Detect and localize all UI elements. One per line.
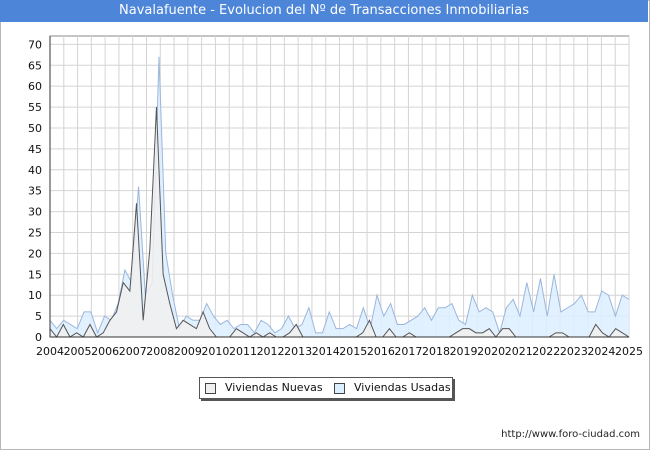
- x-tick-label: 2014: [312, 345, 340, 358]
- x-tick-label: 2017: [394, 345, 422, 358]
- legend: Viviendas Nuevas Viviendas Usadas: [199, 377, 453, 399]
- x-tick-label: 2018: [422, 345, 450, 358]
- x-tick-label: 2019: [450, 345, 478, 358]
- y-tick-label: 30: [28, 206, 42, 219]
- y-tick-label: 20: [28, 247, 42, 260]
- x-tick-label: 2023: [560, 345, 588, 358]
- y-tick-label: 45: [28, 143, 42, 156]
- legend-swatch-nuevas: [205, 383, 216, 394]
- legend-label-usadas: Viviendas Usadas: [354, 381, 451, 394]
- x-tick-label: 2011: [229, 345, 257, 358]
- x-tick-label: 2008: [146, 345, 174, 358]
- y-tick-label: 10: [28, 289, 42, 302]
- x-tick-label: 2024: [587, 345, 615, 358]
- x-tick-label: 2010: [201, 345, 229, 358]
- x-tick-label: 2025: [615, 345, 643, 358]
- x-tick-label: 2012: [257, 345, 285, 358]
- x-tick-label: 2021: [505, 345, 533, 358]
- y-tick-label: 25: [28, 226, 42, 239]
- y-tick-label: 0: [35, 331, 42, 344]
- y-tick-label: 65: [28, 59, 42, 72]
- x-tick-label: 2007: [119, 345, 147, 358]
- y-tick-label: 5: [35, 310, 42, 323]
- x-tick-label: 2005: [64, 345, 92, 358]
- x-tick-label: 2016: [367, 345, 395, 358]
- y-tick-label: 40: [28, 164, 42, 177]
- y-tick-label: 60: [28, 80, 42, 93]
- x-tick-label: 2006: [91, 345, 119, 358]
- y-tick-label: 15: [28, 268, 42, 281]
- y-tick-label: 55: [28, 101, 42, 114]
- x-tick-label: 2013: [284, 345, 312, 358]
- x-tick-label: 2015: [339, 345, 367, 358]
- x-tick-label: 2020: [477, 345, 505, 358]
- legend-label-nuevas: Viviendas Nuevas: [225, 381, 323, 394]
- x-tick-label: 2022: [532, 345, 560, 358]
- y-tick-label: 50: [28, 122, 42, 135]
- y-tick-label: 70: [28, 38, 42, 51]
- source-url: http://www.foro-ciudad.com: [501, 429, 640, 440]
- x-tick-label: 2009: [174, 345, 202, 358]
- legend-swatch-usadas: [334, 383, 345, 394]
- x-tick-label: 2004: [36, 345, 64, 358]
- y-tick-label: 35: [28, 185, 42, 198]
